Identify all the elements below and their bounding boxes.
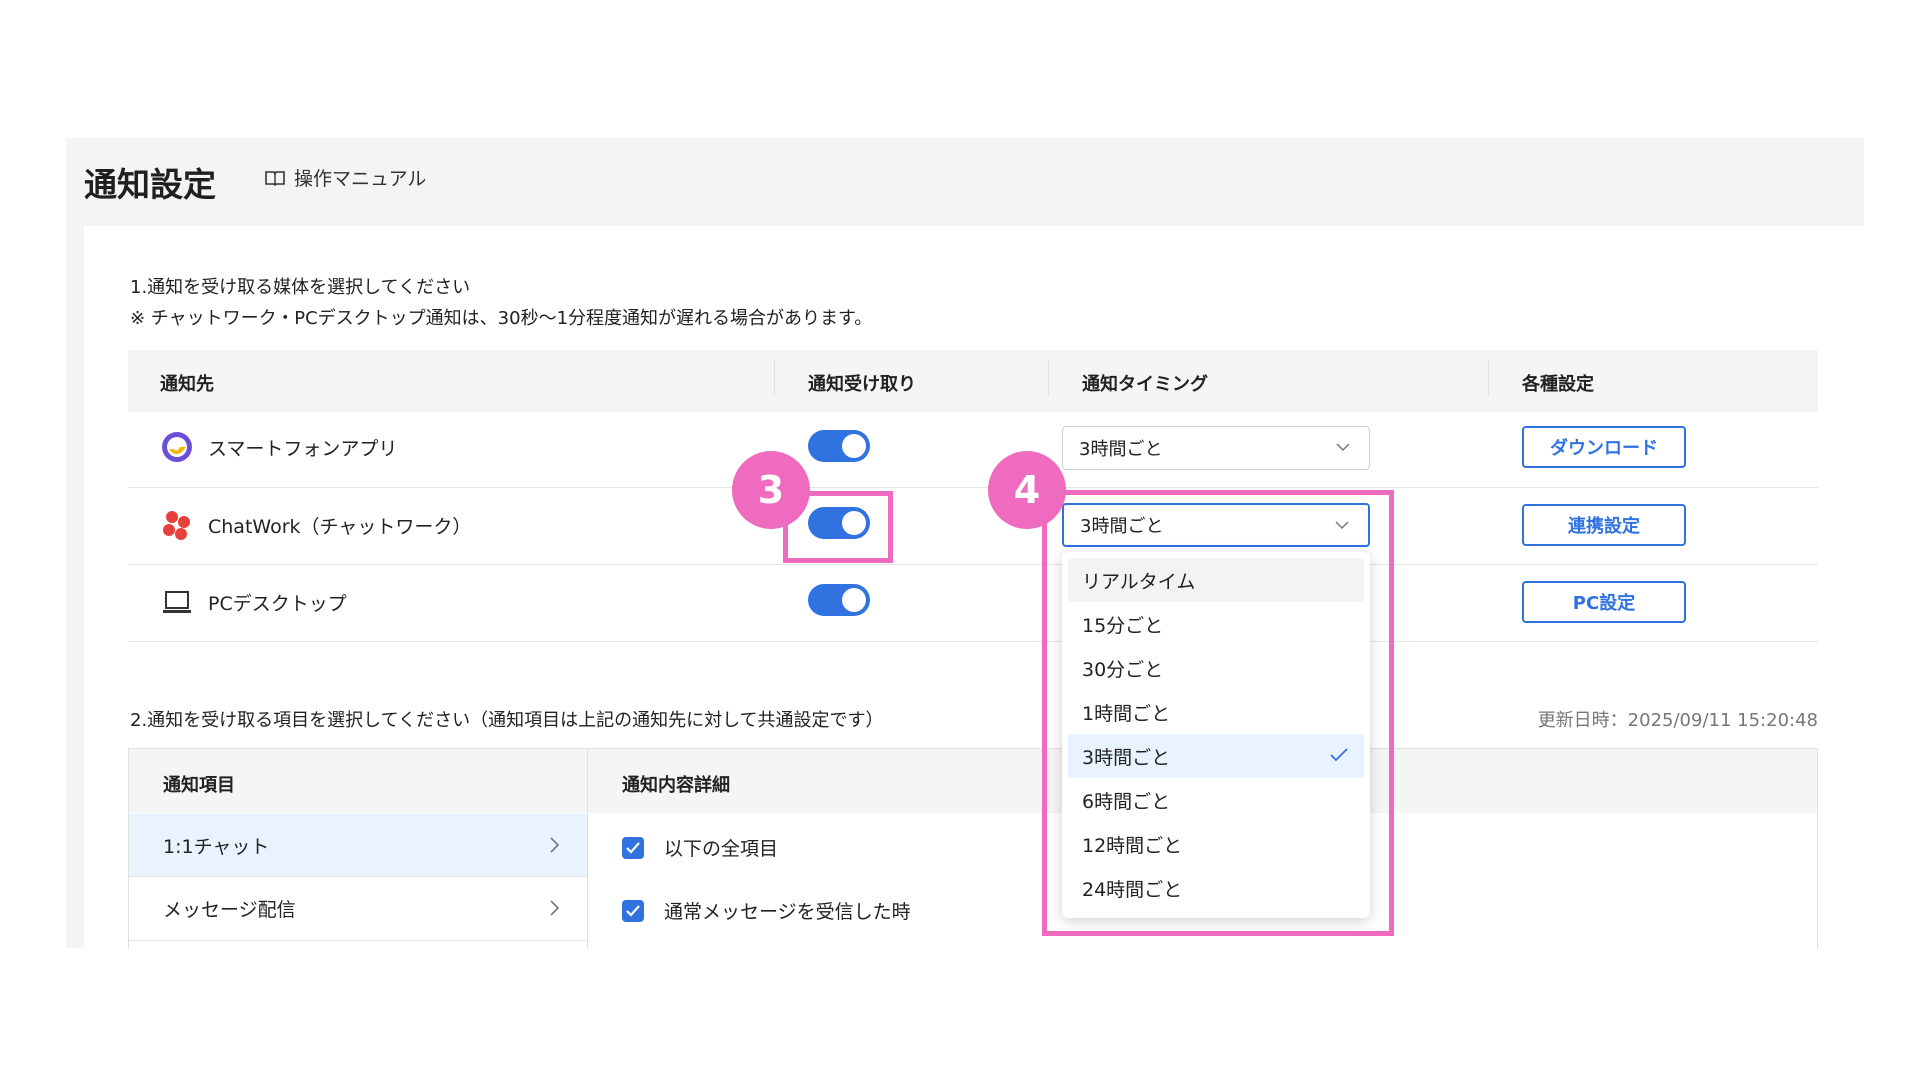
destination-chatwork: ChatWork（チャットワーク） (160, 508, 471, 542)
section2-title: 2.通知を受け取る項目を選択してください（通知項目は上記の通知先に対して共通設定… (130, 710, 884, 731)
row-divider (128, 641, 1818, 642)
item-label: メッセージ配信 (163, 898, 296, 921)
pc-desktop-toggle[interactable] (808, 584, 870, 616)
destination-pc-desktop: PCデスクトップ (160, 585, 347, 619)
row-divider (128, 564, 1818, 565)
updated-timestamp: 更新日時：2025/09/11 15:20:48 (1537, 710, 1818, 731)
chatwork-logo-icon (160, 508, 194, 542)
smartphone-timing-select[interactable]: 3時間ごと (1062, 426, 1370, 470)
item-one-to-one-chat[interactable]: 1:1チャット (129, 814, 587, 876)
checkbox-checked[interactable] (622, 836, 644, 859)
detail-label: 通常メッセージを受信した時 (664, 901, 911, 923)
detail-normal-message[interactable]: 通常メッセージを受信した時 (622, 897, 911, 924)
col-destination: 通知先 (160, 374, 214, 395)
column-divider (1048, 360, 1049, 396)
col-timing: 通知タイミング (1082, 374, 1208, 395)
destination-label: スマートフォンアプリ (208, 437, 398, 460)
chevron-right-icon (550, 837, 560, 853)
page-title: 通知設定 (84, 165, 216, 204)
section1-title: 1.通知を受け取る媒体を選択してください (130, 277, 471, 298)
destination-smartphone: スマートフォンアプリ (160, 430, 397, 464)
check-icon (626, 904, 640, 917)
section1-note: ※ チャットワーク・PCデスクトップ通知は、30秒〜1分程度通知が遅れる場合があ… (130, 308, 873, 329)
item-message-delivery[interactable]: メッセージ配信 (129, 877, 587, 939)
column-divider (587, 749, 588, 948)
row-divider (128, 487, 1818, 488)
chevron-down-icon (1336, 443, 1350, 452)
step-marker-3: 3 (732, 451, 810, 529)
checkbox-checked[interactable] (622, 899, 644, 922)
col-settings: 各種設定 (1522, 374, 1594, 395)
link-settings-button[interactable]: 連携設定 (1522, 504, 1686, 546)
destination-label: PCデスクトップ (208, 592, 347, 615)
check-icon (626, 841, 640, 854)
select-value: 3時間ごと (1079, 439, 1163, 460)
smartphone-app-logo-icon (160, 430, 194, 464)
col-notification-item: 通知項目 (163, 775, 235, 796)
col-notification-detail: 通知内容詳細 (622, 775, 730, 796)
item-label: 1:1チャット (163, 835, 270, 858)
destination-label: ChatWork（チャットワーク） (208, 515, 472, 538)
manual-link[interactable]: 操作マニュアル (264, 164, 426, 191)
download-button[interactable]: ダウンロード (1522, 426, 1686, 468)
column-divider (1488, 360, 1489, 396)
row-divider (129, 940, 587, 941)
col-receive: 通知受け取り (808, 374, 916, 395)
book-icon (265, 170, 285, 186)
smartphone-toggle[interactable] (808, 430, 870, 462)
items-table-header (129, 749, 1817, 813)
manual-link-label: 操作マニュアル (294, 168, 427, 190)
laptop-icon (160, 585, 194, 619)
pc-settings-button[interactable]: PC設定 (1522, 581, 1686, 623)
detail-all-items[interactable]: 以下の全項目 (622, 834, 778, 861)
detail-label: 以下の全項目 (664, 838, 779, 860)
highlight-box-dropdown (1042, 490, 1394, 936)
chevron-right-icon (550, 900, 560, 916)
step-marker-4: 4 (988, 451, 1066, 529)
column-divider (774, 360, 775, 396)
